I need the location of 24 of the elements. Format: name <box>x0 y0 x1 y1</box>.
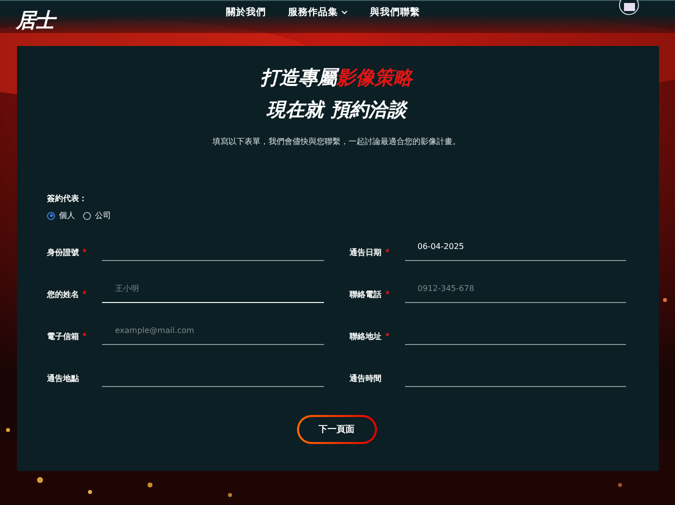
nav-link[interactable]: 與我們聯繫 <box>370 6 420 19</box>
field-label: 電子信箱 <box>47 331 79 342</box>
input-field[interactable]: 06-04-2025 <box>404 233 626 261</box>
radio-option[interactable]: 公司 <box>83 210 111 221</box>
form-subtitle: 現在就 預約洽談 <box>266 98 409 123</box>
radio-option[interactable]: 個人 <box>47 210 75 221</box>
intro-text: 填寫以下表單，我們會儘快與您聯繫，一起討論最適合您的影像計畫。 <box>212 136 462 147</box>
signer-label: 簽約代表： <box>47 193 88 204</box>
avatar-icon[interactable] <box>619 0 639 15</box>
nav-link[interactable]: 關於我們 <box>226 6 266 19</box>
input-field[interactable]: 0912-345-678 <box>404 275 626 303</box>
field-label: 聯絡電話 <box>350 289 382 300</box>
chevron-down-icon <box>341 10 348 15</box>
nav-link[interactable]: 服務作品集 <box>288 6 348 19</box>
field-label: 通告日期 <box>350 247 382 258</box>
logo[interactable]: 居士 <box>16 7 226 34</box>
input-field[interactable]: example@mail.com <box>102 317 324 345</box>
field-label: 聯絡地址 <box>350 331 382 342</box>
form-title: 打造專屬影像策略 <box>260 66 414 91</box>
field-label: 通告地點 <box>47 373 79 384</box>
field-label: 您的姓名 <box>47 289 79 300</box>
field-label: 通告時間 <box>350 373 382 384</box>
field-label: 身份證號 <box>47 247 79 258</box>
next-page-button[interactable]: 下一頁面 <box>296 415 376 444</box>
